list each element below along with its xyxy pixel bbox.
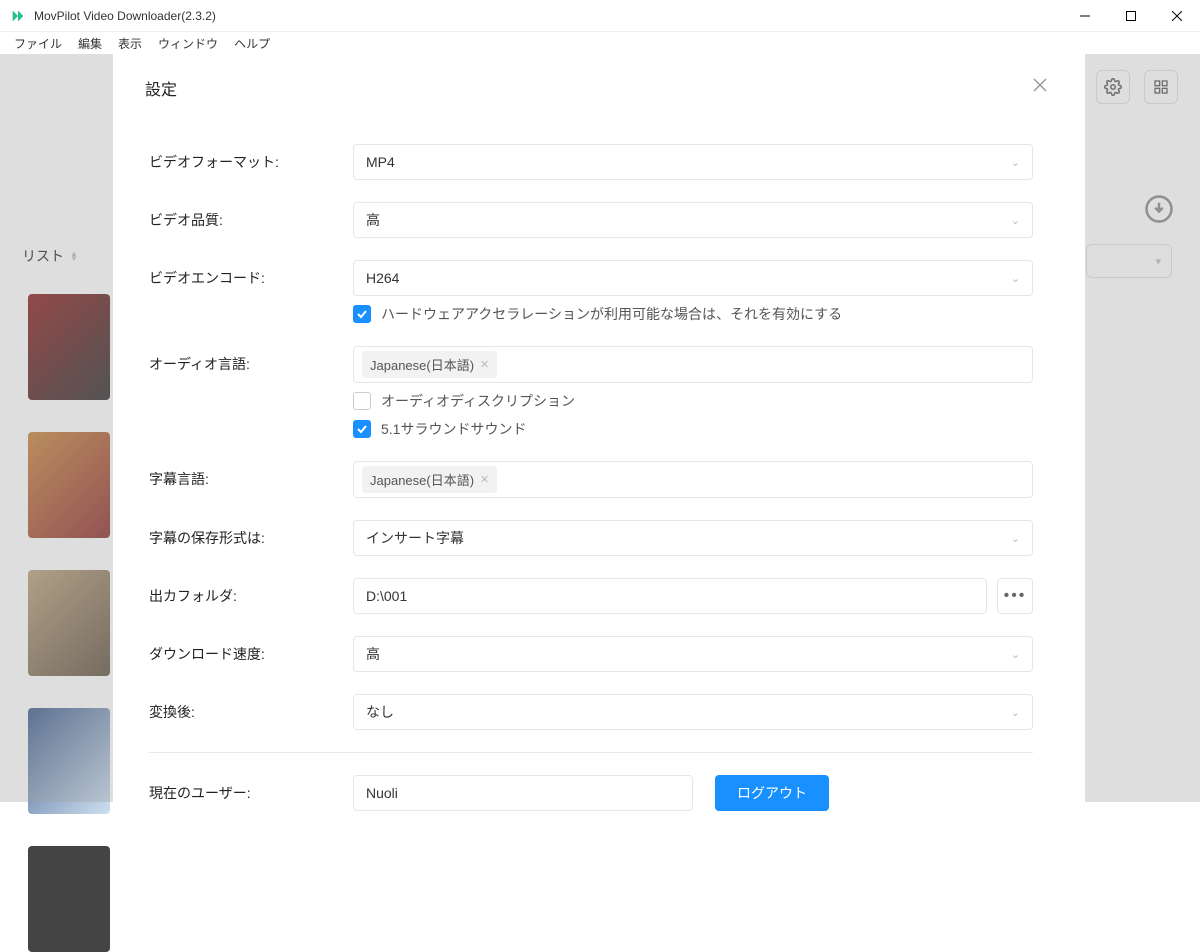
label-audio-lang: オーディオ言語: xyxy=(149,346,353,374)
window-close-button[interactable] xyxy=(1154,0,1200,32)
video-quality-select[interactable]: 高 ⌄ xyxy=(353,202,1033,238)
video-format-select[interactable]: MP4 ⌄ xyxy=(353,144,1033,180)
label-subtitle-save: 字幕の保存形式は: xyxy=(149,520,353,548)
label-output-folder: 出カフォルダ: xyxy=(149,578,353,606)
modal-close-button[interactable] xyxy=(1033,78,1053,98)
menu-edit[interactable]: 編集 xyxy=(70,33,110,54)
label-current-user: 現在のユーザー: xyxy=(149,775,353,803)
browse-folder-button[interactable]: ••• xyxy=(997,578,1033,614)
chevron-down-icon: ⌄ xyxy=(1011,532,1020,545)
menu-help[interactable]: ヘルプ xyxy=(226,33,278,54)
subtitle-language-tag: Japanese(日本語) ✕ xyxy=(362,466,497,493)
menu-file[interactable]: ファイル xyxy=(6,33,70,54)
audio-tag-text: Japanese(日本語) xyxy=(370,355,474,374)
main-backdrop: リスト ▲▼ ▾ 設定 ビデオフォーマット: MP4 xyxy=(0,54,1200,802)
menubar: ファイル 編集 表示 ウィンドウ ヘルプ xyxy=(0,32,1200,54)
app-logo-icon xyxy=(10,8,26,24)
subtitle-save-select[interactable]: インサート字幕 ⌄ xyxy=(353,520,1033,556)
modal-title: 設定 xyxy=(145,76,177,100)
chevron-down-icon: ⌄ xyxy=(1011,706,1020,719)
menu-window[interactable]: ウィンドウ xyxy=(150,33,226,54)
list-item[interactable] xyxy=(28,846,110,952)
logout-label: ログアウト xyxy=(737,783,807,803)
label-video-encode: ビデオエンコード: xyxy=(149,260,353,288)
after-convert-value: なし xyxy=(366,702,394,722)
label-subtitle-lang: 字幕言語: xyxy=(149,461,353,489)
logout-button[interactable]: ログアウト xyxy=(715,775,829,811)
download-speed-select[interactable]: 高 ⌄ xyxy=(353,636,1033,672)
audio-language-tag: Japanese(日本語) ✕ xyxy=(362,351,497,378)
check-icon xyxy=(356,308,368,320)
output-folder-value: D:\001 xyxy=(366,588,407,604)
ellipsis-icon: ••• xyxy=(1004,587,1027,605)
surround-sound-checkbox[interactable] xyxy=(353,420,371,438)
window-titlebar: MovPilot Video Downloader(2.3.2) xyxy=(0,0,1200,32)
video-encode-value: H264 xyxy=(366,270,399,286)
current-user-value: Nuoli xyxy=(366,785,398,801)
audio-description-checkbox[interactable] xyxy=(353,392,371,410)
hw-accel-label: ハードウェアアクセラレーションが利用可能な場合は、それを有効にする xyxy=(381,304,842,324)
subtitle-save-value: インサート字幕 xyxy=(366,528,464,548)
label-after-convert: 変換後: xyxy=(149,694,353,722)
tag-remove-icon[interactable]: ✕ xyxy=(480,473,489,486)
subtitle-language-tagbox[interactable]: Japanese(日本語) ✕ xyxy=(353,461,1033,498)
label-video-quality: ビデオ品質: xyxy=(149,202,353,230)
hw-accel-checkbox[interactable] xyxy=(353,305,371,323)
label-download-speed: ダウンロード速度: xyxy=(149,636,353,664)
chevron-down-icon: ⌄ xyxy=(1011,214,1020,227)
tag-remove-icon[interactable]: ✕ xyxy=(480,358,489,371)
video-encode-select[interactable]: H264 ⌄ xyxy=(353,260,1033,296)
video-quality-value: 高 xyxy=(366,210,380,230)
audio-language-tagbox[interactable]: Japanese(日本語) ✕ xyxy=(353,346,1033,383)
menu-view[interactable]: 表示 xyxy=(110,33,150,54)
audio-description-label: オーディオディスクリプション xyxy=(381,391,575,411)
video-format-value: MP4 xyxy=(366,154,395,170)
current-user-display: Nuoli xyxy=(353,775,693,811)
window-title: MovPilot Video Downloader(2.3.2) xyxy=(34,9,1062,23)
surround-sound-label: 5.1サラウンドサウンド xyxy=(381,419,526,439)
download-speed-value: 高 xyxy=(366,644,380,664)
divider xyxy=(149,752,1033,753)
close-icon xyxy=(1033,78,1047,92)
chevron-down-icon: ⌄ xyxy=(1011,272,1020,285)
chevron-down-icon: ⌄ xyxy=(1011,648,1020,661)
after-convert-select[interactable]: なし ⌄ xyxy=(353,694,1033,730)
window-minimize-button[interactable] xyxy=(1062,0,1108,32)
chevron-down-icon: ⌄ xyxy=(1011,156,1020,169)
check-icon xyxy=(356,423,368,435)
subtitle-tag-text: Japanese(日本語) xyxy=(370,470,474,489)
window-maximize-button[interactable] xyxy=(1108,0,1154,32)
label-video-format: ビデオフォーマット: xyxy=(149,144,353,172)
output-folder-input[interactable]: D:\001 xyxy=(353,578,987,614)
settings-modal: 設定 ビデオフォーマット: MP4 ⌄ ビデオ品質: 高 xyxy=(113,54,1085,802)
